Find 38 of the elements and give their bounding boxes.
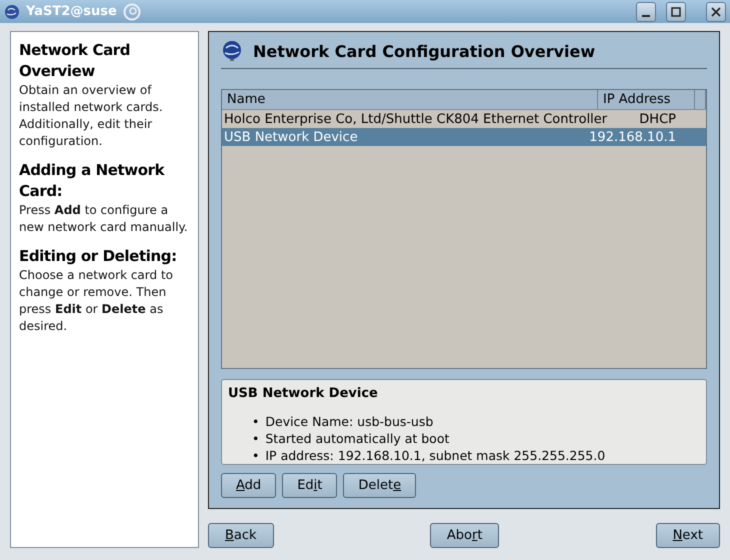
nav-button[interactable]: Abort [430,523,500,548]
details-title: USB Network Device [228,386,379,401]
action-button[interactable]: Add [221,473,276,498]
globe-icon [221,40,243,62]
table-cell-text: Holco Enterprise Co, Ltd/Shuttle CK804 Ethernet Controller [223,112,608,126]
bullet: • [252,413,260,430]
minimize-icon [642,14,650,16]
swirl-icon [122,2,141,20]
maximize-button[interactable] [666,2,686,22]
column-header[interactable]: IP Address [598,90,695,109]
minimize-button[interactable] [636,2,656,22]
column-header[interactable]: Name [222,90,598,109]
table-cell-text: USB Network Device [223,130,359,144]
action-button[interactable]: Edit [282,473,338,498]
nav-button[interactable]: Next [656,523,720,548]
table-row[interactable]: Holco Enterprise Co, Ltd/Shuttle CK804 Ethernet Controller DHCP [222,110,706,128]
globe-icon [4,4,20,20]
table-row[interactable]: USB Network Device 192.168.10.1 [222,128,706,146]
help-heading: Editing or Deleting: [19,246,178,267]
bullet: • [252,430,260,447]
help-heading: Network Card Overview [19,40,132,82]
help-text: Obtain an overview of installed network cards. Additionally, edit their configuration. [19,82,164,150]
bullet: • [252,447,260,464]
maximize-icon [671,6,681,16]
details-item: Started automatically at boot [265,430,450,447]
help-heading: Adding a Network Card: [19,160,166,202]
close-icon [711,6,721,16]
table-cell-text: DHCP [638,112,677,126]
details-item: Device Name: usb-bus-usb [265,413,434,430]
action-button[interactable]: Delete [343,473,416,498]
close-button[interactable] [706,2,726,22]
window-title: YaST2@suse [26,4,117,19]
details-item: IP address: 192.168.10.1, subnet mask 255.255.255.0 [265,447,606,464]
help-text: Choose a network card to change or remove. Then press Edit or Delete as desired. [19,267,174,335]
nav-button[interactable]: Back [208,523,274,548]
help-text: Press Add to configure a new network card manually. [19,202,189,236]
page-title: Network Card Configuration Overview [253,42,596,60]
table-cell-text: 192.168.10.1 [588,130,677,144]
